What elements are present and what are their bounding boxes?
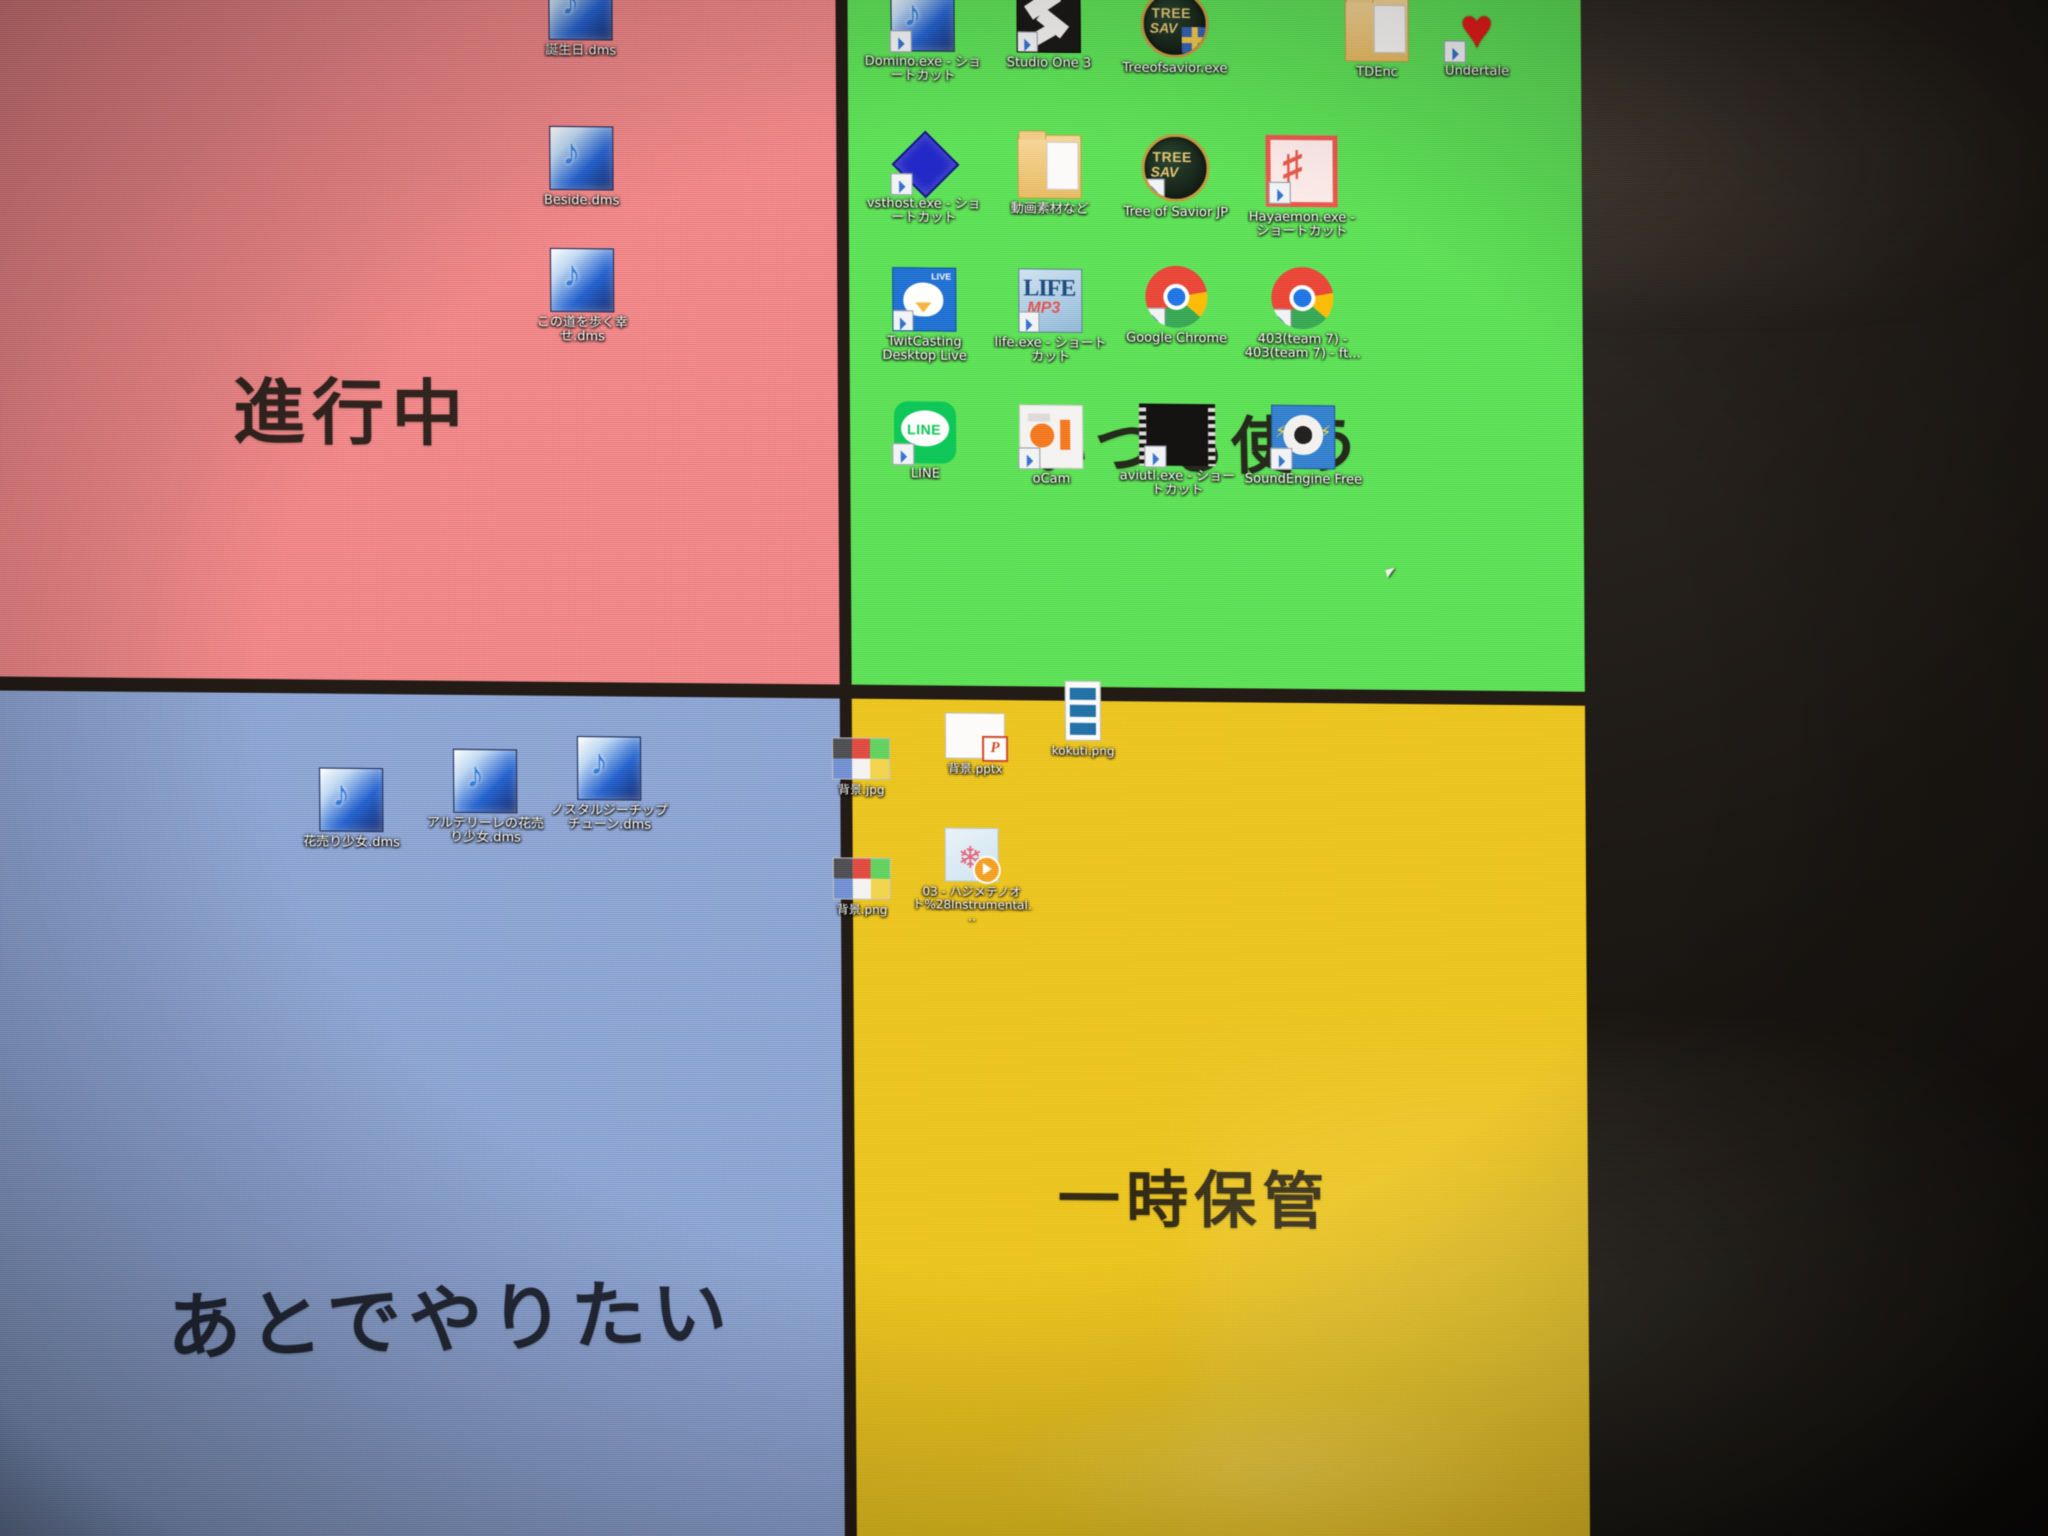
audio-artwork-icon: ❄ [944, 827, 1001, 885]
desktop-icon-line[interactable]: LINE LINE [865, 401, 986, 482]
desktop-icon-label: Studio One 3 [1006, 55, 1092, 72]
desktop-icon-label: 背景.jpg [838, 782, 885, 797]
windows-desktop[interactable]: 進行中 いつも使う あとでやりたい 一時保管 ♪ 誕生日.dms ♪ Besid… [0, 0, 1591, 1536]
desktop-icon-label: 動画素材など [1010, 201, 1089, 218]
wallpaper-quadrant-pink [0, 0, 840, 685]
monitor-screen-plane: 進行中 いつも使う あとでやりたい 一時保管 ♪ 誕生日.dms ♪ Besid… [0, 0, 1591, 1536]
desktop-icon-treeofsavior-exe[interactable]: TREE SAV Treeofsavior.exe [1114, 0, 1235, 76]
image-file-icon [832, 857, 891, 900]
music-file-icon: ♪ [549, 247, 615, 313]
desktop-icon-label: TwitCasting Desktop Live [882, 334, 967, 364]
vst-diamond-icon [891, 130, 960, 199]
desktop-icon-kono-michi-dms[interactable]: ♪ この道を歩く幸せ.dms [522, 247, 643, 345]
desktop-icon-tree-of-savior-jp[interactable]: TREE SAV Tree of Savior JP [1115, 133, 1236, 220]
desktop-icon-label: Treeofsavior.exe [1122, 60, 1228, 77]
desktop-icon-arterire-hanauri-shoujo-dms[interactable]: ♪ アルテリーレの花売り少女.dms [425, 748, 546, 846]
desktop-icon-label: Hayaemon.exe - ショートカット [1248, 209, 1356, 240]
desktop-icon-studio-one-3[interactable]: Studio One 3 [988, 0, 1109, 71]
desktop-icon-aviutl-exe[interactable]: aviutl.exe - ショートカット [1117, 403, 1238, 498]
life-mp3-icon: LIFE MP3 [1018, 268, 1083, 333]
desktop-icon-haikei-pptx[interactable]: P 背景.pptx [915, 703, 1035, 776]
desktop-icon-kokuti-png[interactable]: kokuti.png [1023, 680, 1144, 758]
wallpaper-quadrant-blue [0, 689, 846, 1536]
image-file-icon [831, 737, 891, 780]
desktop-icon-label: 誕生日.dms [545, 42, 617, 59]
desktop-icon-label: LINE [910, 466, 940, 482]
studio-one-icon [1016, 0, 1081, 54]
hayaemon-icon: ♯ [1265, 134, 1338, 208]
desktop-icon-haikei-jpg[interactable]: 背景.jpg [801, 726, 921, 797]
desktop-icon-label: vsthost.exe - ショートカット [866, 195, 981, 226]
desktop-icon-label: life.exe - ショートカット [994, 335, 1107, 365]
desktop-icon-tanjoubi-dms[interactable]: ♪ 誕生日.dms [520, 0, 641, 59]
music-file-icon: ♪ [576, 735, 642, 801]
desktop-icon-label: 背景.png [836, 902, 888, 917]
film-strip-icon [1139, 403, 1216, 467]
desktop-icon-label: Beside.dms [543, 192, 620, 209]
twitcasting-icon: LIVE [892, 267, 957, 332]
desktop-icon-label: Domino.exe - ショートカット [864, 53, 982, 84]
music-file-icon: ♪ [452, 748, 518, 814]
desktop-icon-label: Undertale [1444, 63, 1510, 80]
chrome-icon [1271, 266, 1334, 330]
line-icon: LINE [893, 401, 957, 464]
desktop-icon-label: 花売り少女.dms [303, 834, 400, 851]
desktop-icon-haikei-png[interactable]: 背景.png [802, 846, 922, 917]
desktop-icon-label: Google Chrome [1126, 330, 1228, 347]
music-file-icon: ♪ [548, 0, 613, 41]
desktop-icon-label: 03 - ハジメテノオト%28Instrumental... [912, 884, 1032, 925]
powerpoint-file-icon: P [944, 712, 1009, 763]
desktop-icon-label: ノスタルジーチップチューン.dms [550, 802, 668, 833]
heart-icon: ♥ [1446, 0, 1508, 61]
music-file-icon: ♪ [319, 767, 384, 833]
desktop-icon-nostalgy-chiptune-dms[interactable]: ♪ ノスタルジーチップチューン.dms [549, 735, 670, 833]
image-file-icon [1064, 680, 1102, 742]
desktop-icon-domino-exe[interactable]: ♪ Domino.exe - ショートカット [862, 0, 983, 84]
desktop-icon-douga-sozai[interactable]: 動画素材など [989, 130, 1110, 218]
desktop-icon-hanauri-shoujo-dms[interactable]: ♪ 花売り少女.dms [291, 767, 412, 850]
desktop-icon-label: Tree of Savior JP [1123, 204, 1229, 221]
wallpaper-quadrant-yellow [851, 698, 1591, 1536]
desktop-icon-403-team-7[interactable]: 403(team 7) - 403(team 7) - ft... [1242, 266, 1363, 362]
chrome-icon [1145, 265, 1208, 329]
desktop-icon-undertale[interactable]: ♥ Undertale [1417, 0, 1538, 79]
desktop-icon-label: aviutl.exe - ショートカット [1119, 468, 1236, 498]
music-file-icon: ♪ [890, 0, 955, 52]
desktop-icon-vsthost-exe[interactable]: vsthost.exe - ショートカット [863, 130, 984, 226]
desktop-icon-label: 403(team 7) - 403(team 7) - ft... [1244, 331, 1361, 362]
tree-of-savior-icon: TREE SAV [1140, 0, 1209, 59]
desktop-icon-twitcasting-desktop-live[interactable]: LIVE TwitCasting Desktop Live [864, 267, 985, 364]
desktop-icon-hayaemon-exe[interactable]: ♯ Hayaemon.exe - ショートカット [1241, 134, 1362, 240]
desktop-icon-label: アルテリーレの花売り少女.dms [426, 815, 544, 846]
desktop-icon-ocam[interactable]: oCam [991, 404, 1112, 487]
desktop-icon-life-exe[interactable]: LIFE MP3 life.exe - ショートカット [990, 268, 1111, 365]
desktop-icon-label: SoundEngine Free [1244, 471, 1363, 488]
folder-icon [1017, 130, 1082, 199]
music-file-icon: ♪ [549, 125, 614, 191]
soundengine-icon: ⚡ ⚡ [1271, 404, 1336, 470]
ocam-icon [1018, 404, 1084, 469]
quadrant-caption-temp-storage: 一時保管 [1057, 1162, 1331, 1239]
desktop-icon-google-chrome[interactable]: Google Chrome [1116, 265, 1237, 346]
photographed-monitor: 進行中 いつも使う あとでやりたい 一時保管 ♪ 誕生日.dms ♪ Besid… [0, 0, 2048, 1536]
desktop-icon-label: 背景.pptx [947, 761, 1003, 777]
desktop-icon-beside-dms[interactable]: ♪ Beside.dms [521, 125, 642, 209]
quadrant-caption-do-later: あとでやりたい [164, 1269, 737, 1372]
desktop-icon-label: kokuti.png [1051, 743, 1115, 759]
desktop-icon-label: この道を歩く幸せ.dms [536, 314, 628, 345]
desktop-icon-soundengine-free[interactable]: ⚡ ⚡ SoundEngine Free [1243, 404, 1364, 488]
quadrant-caption-in-progress: 進行中 [232, 369, 471, 457]
tree-of-savior-icon: TREE SAV [1141, 133, 1210, 203]
folder-icon [1344, 0, 1409, 63]
desktop-icon-hajimete-no-oto[interactable]: ❄ 03 - ハジメテノオト%28Instrumental... [912, 827, 1033, 924]
desktop-icon-label: oCam [1032, 471, 1071, 487]
